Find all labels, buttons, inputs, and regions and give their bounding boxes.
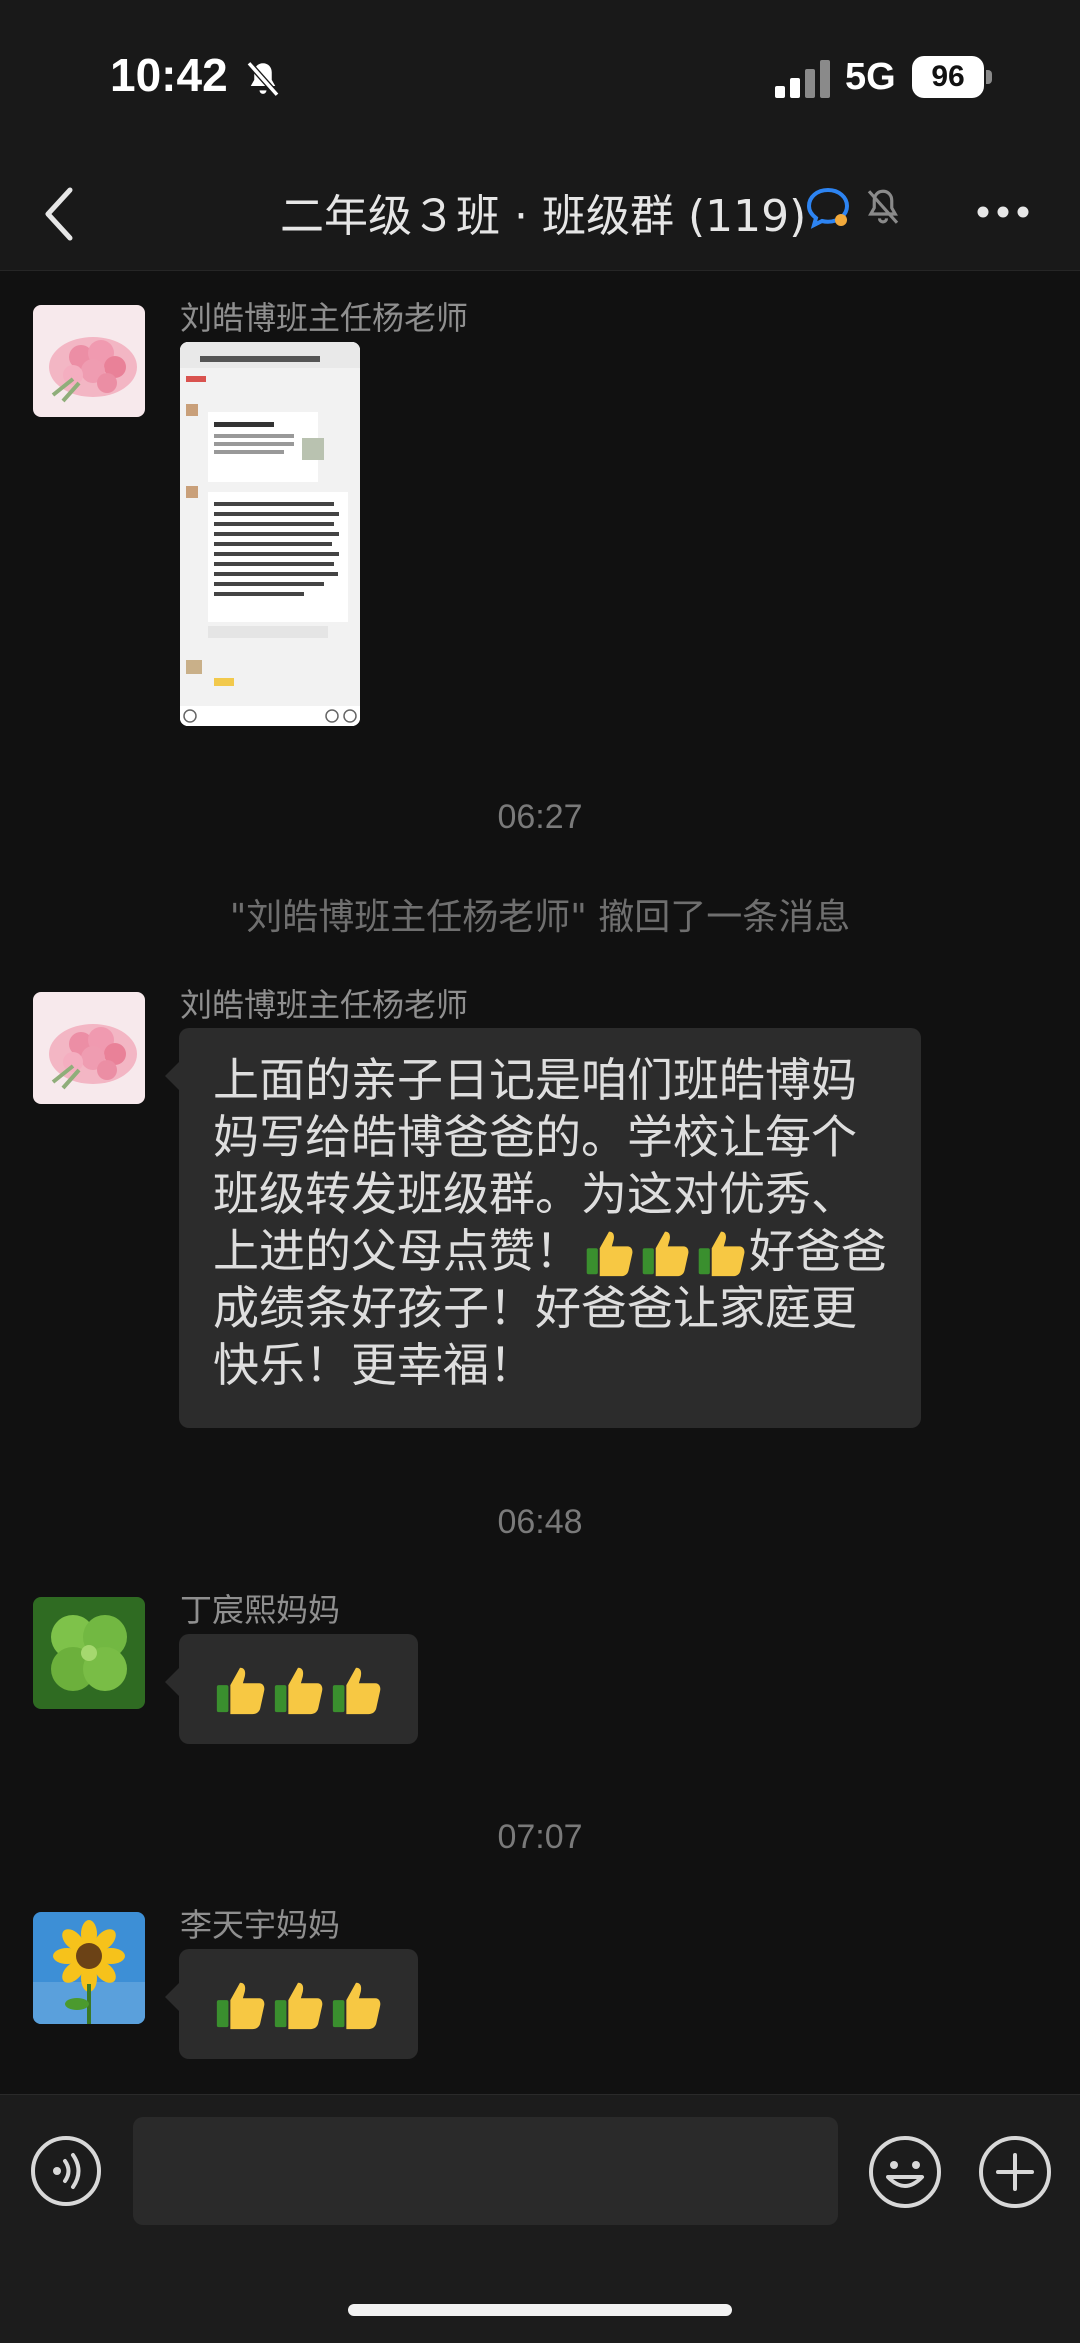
thumbs-up-icon	[642, 1231, 689, 1276]
avatar[interactable]	[33, 1597, 145, 1709]
thumbs-up-icon	[586, 1231, 633, 1276]
avatar[interactable]	[33, 992, 145, 1104]
sender-name: 刘皓博班主任杨老师	[180, 299, 469, 337]
status-bar: 10:42 5G 96	[0, 0, 1080, 160]
thumbs-up-icon	[698, 1231, 745, 1276]
message-line-text: 上进的父母点赞！	[213, 1224, 581, 1278]
message-line-text: 好爸爸	[749, 1224, 887, 1278]
avatar[interactable]	[33, 1912, 145, 2024]
avatar[interactable]	[33, 305, 145, 417]
clover-avatar-image	[33, 1597, 145, 1709]
message-line: 班级转发班级群。为这对优秀、	[213, 1167, 857, 1221]
message-line: 妈写给皓博爸爸的。学校让每个	[213, 1110, 857, 1164]
pink-roses-avatar-image	[33, 992, 145, 1104]
bubble-tail	[165, 1062, 179, 1090]
network-type: 5G	[845, 56, 896, 98]
bubble-tail	[165, 1983, 179, 2011]
thumbs-up-icon	[274, 1667, 323, 1715]
text-message-bubble[interactable]: 上面的亲子日记是咱们班皓博妈 妈写给皓博爸爸的。学校让每个 班级转发班级群。为这…	[165, 1028, 921, 1428]
bell-off-icon	[867, 189, 899, 224]
thumbs-up-group	[213, 1662, 383, 1716]
thumbs-up-icon	[332, 1667, 381, 1715]
message-text: 上面的亲子日记是咱们班皓博妈 妈写给皓博爸爸的。学校让每个 班级转发班级群。为这…	[213, 1052, 903, 1394]
sender-name: 刘皓博班主任杨老师	[180, 986, 469, 1024]
timestamp: 07:07	[497, 1818, 583, 1856]
message-line: 上进的父母点赞！ 好爸爸	[213, 1223, 903, 1280]
thumbs-up-icon	[274, 1982, 323, 2030]
more-icon[interactable]	[975, 202, 1031, 222]
thumbs-up-icon	[216, 1667, 265, 1715]
signal-icon	[775, 60, 830, 98]
chat-bubble-icon	[806, 187, 850, 229]
recall-notice: "刘皓博班主任杨老师" 撤回了一条消息	[229, 897, 851, 938]
emoji-message-bubble[interactable]	[165, 1949, 418, 2059]
thumbs-up-group	[213, 1977, 383, 2031]
message-line: 成绩条好孩子！好爸爸让家庭更	[213, 1281, 857, 1335]
bell-off-icon	[246, 61, 280, 97]
emoji-message-bubble[interactable]	[165, 1634, 418, 1744]
timestamp: 06:27	[497, 798, 583, 836]
pink-roses-avatar-image	[33, 305, 145, 417]
sender-name: 李天宇妈妈	[180, 1906, 341, 1944]
home-indicator[interactable]	[348, 2304, 732, 2316]
chat-title[interactable]: 二年级３班 · 班级群 (119)	[280, 180, 806, 244]
sunflower-avatar-image	[33, 1912, 145, 2024]
thumbs-up-icon	[216, 1982, 265, 2030]
message-line: 上面的亲子日记是咱们班皓博妈	[213, 1053, 857, 1107]
thumbs-up-icon	[332, 1982, 381, 2030]
chat-screenshot-image	[180, 342, 360, 726]
plus-icon[interactable]	[978, 2135, 1052, 2209]
emoji-icon[interactable]	[868, 2135, 942, 2209]
battery-level: 96	[912, 56, 984, 98]
bubble-tail	[165, 1668, 179, 1696]
message-input[interactable]	[133, 2117, 838, 2225]
message-line: 快乐！更幸福！	[213, 1338, 535, 1392]
voice-icon[interactable]	[30, 2135, 102, 2207]
sender-name: 丁宸熙妈妈	[180, 1591, 341, 1629]
chat-header: 二年级３班 · 班级群 (119)	[0, 160, 1080, 271]
status-time: 10:42	[110, 49, 228, 101]
image-message[interactable]	[180, 342, 360, 726]
timestamp: 06:48	[497, 1503, 583, 1541]
battery-tip	[986, 70, 992, 84]
back-chevron-icon[interactable]	[40, 184, 80, 244]
